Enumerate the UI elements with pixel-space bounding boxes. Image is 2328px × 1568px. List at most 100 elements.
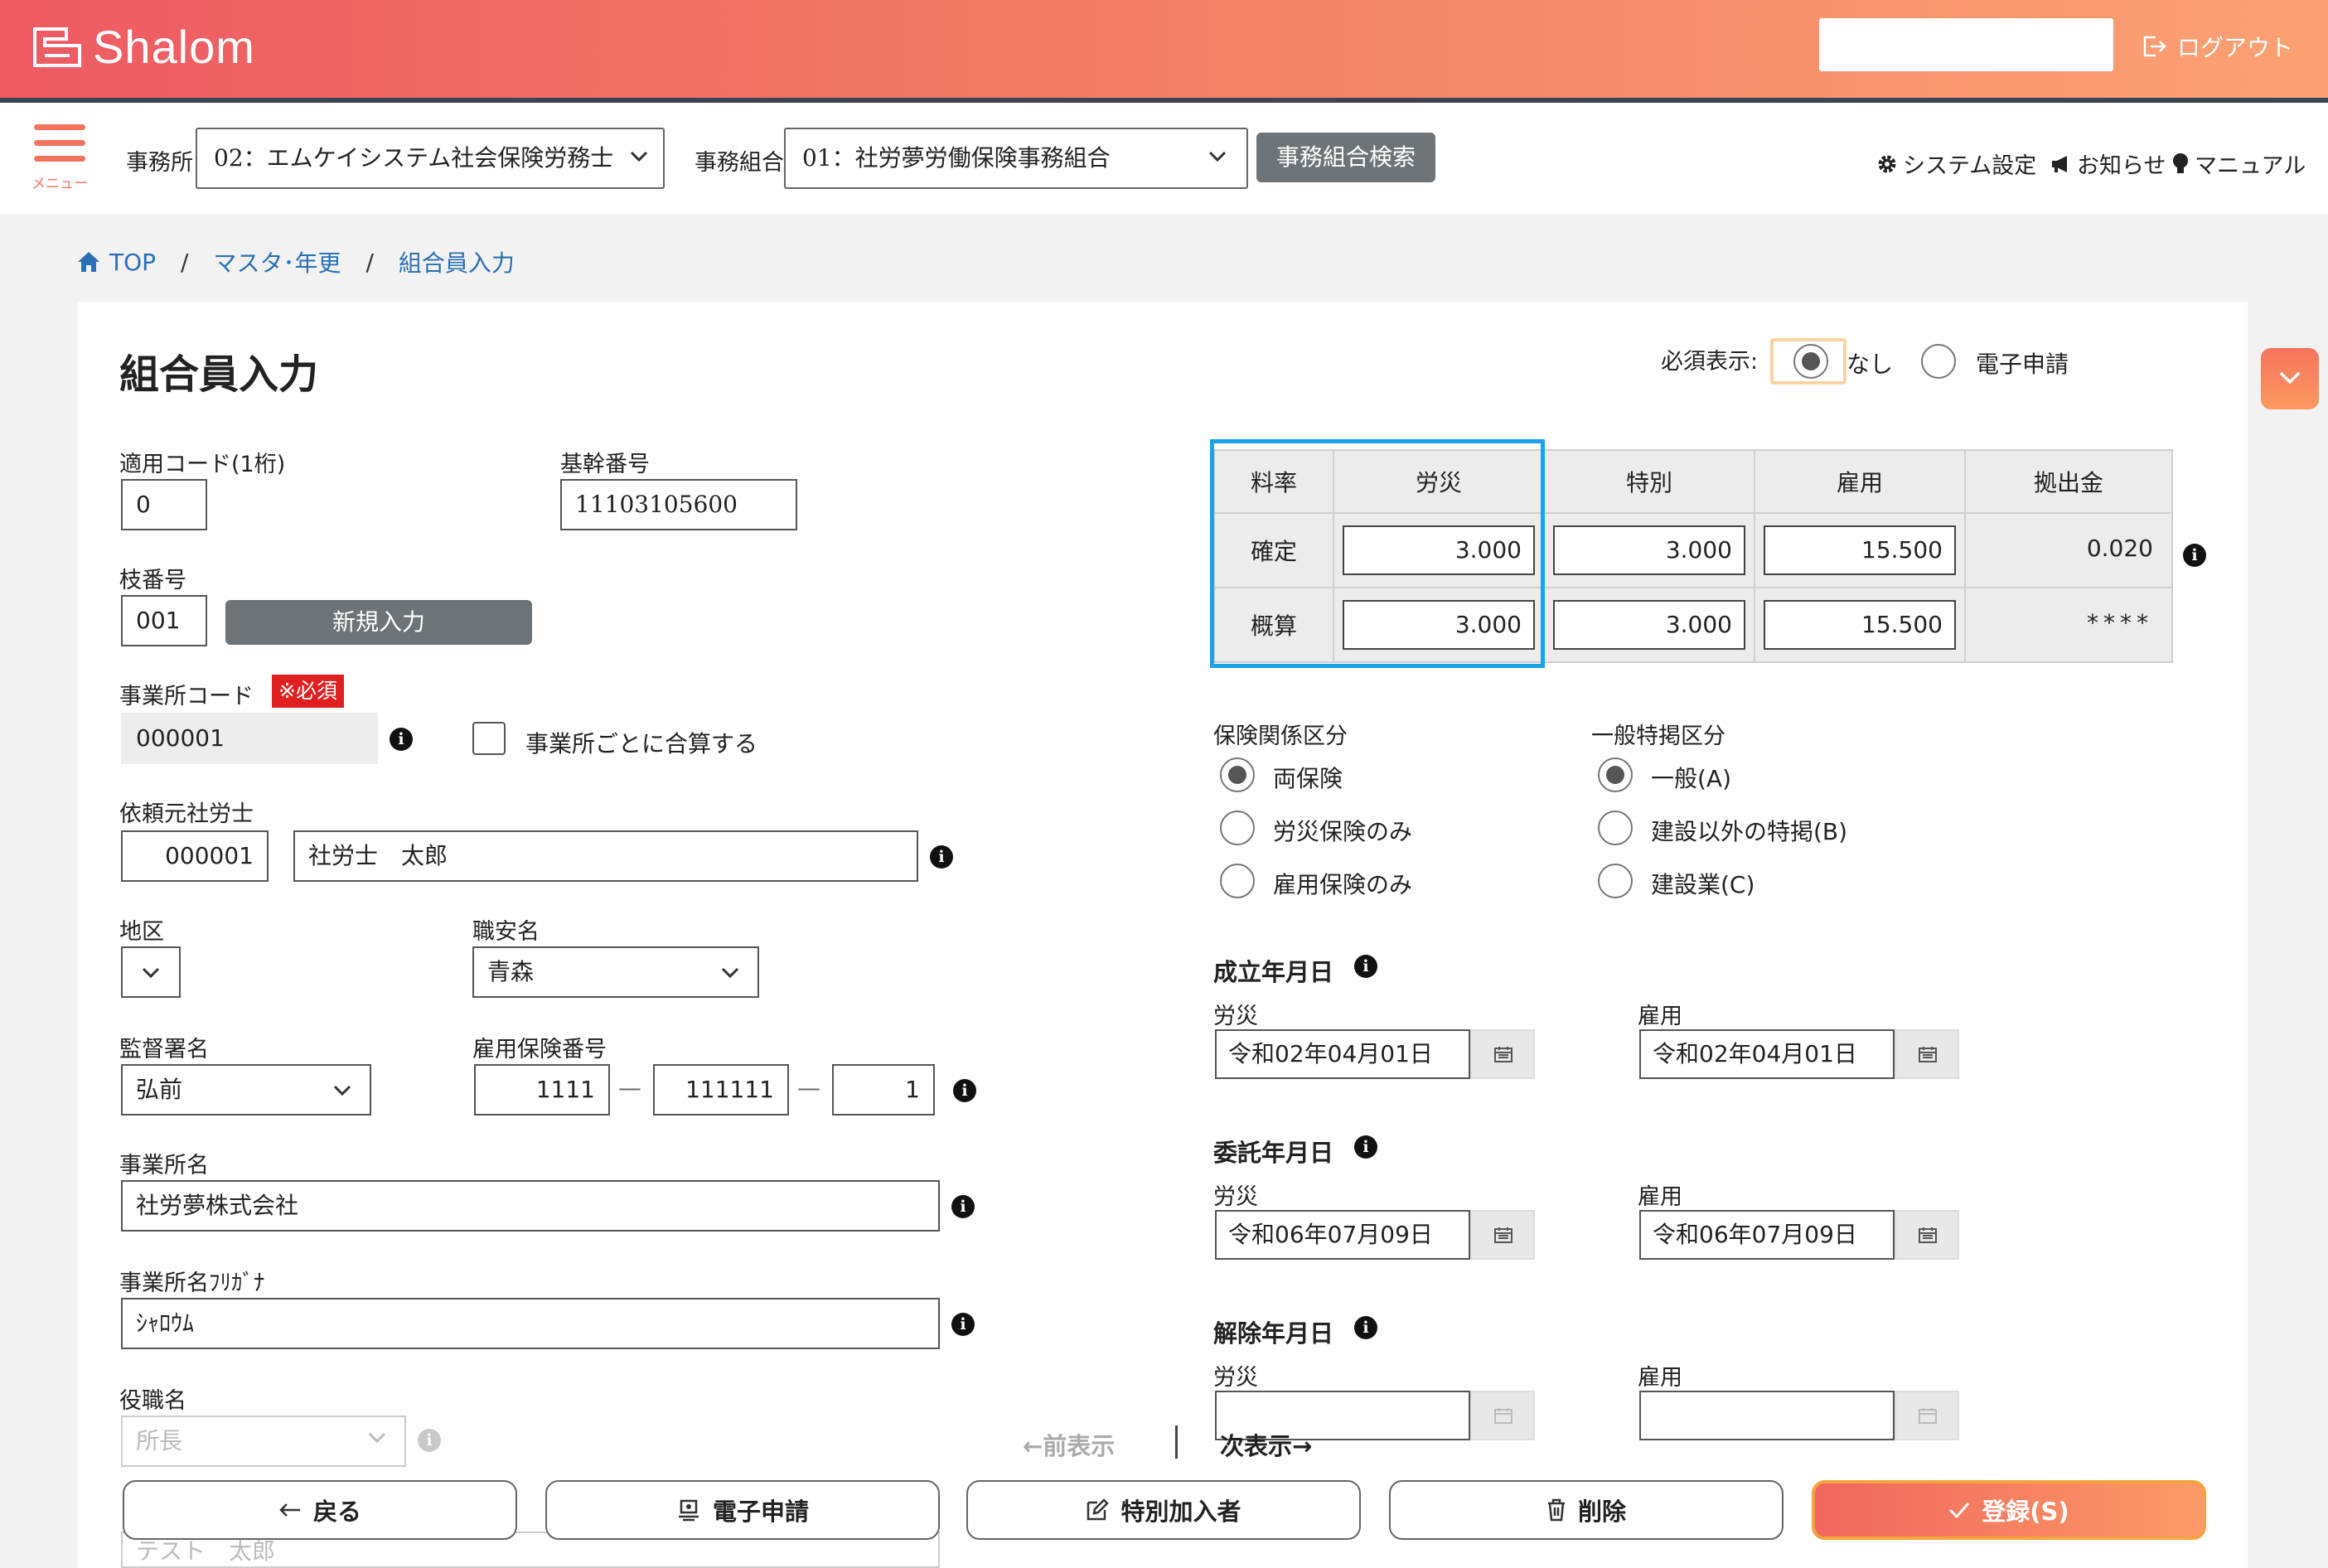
chevron-down-icon: [1208, 151, 1227, 162]
rate-confirmed-special[interactable]: 3.000: [1553, 525, 1745, 575]
emp-ins-no-part3[interactable]: 1: [832, 1064, 935, 1116]
special-category-label: 一般特掲区分: [1591, 724, 1725, 749]
info-icon[interactable]: i: [1354, 955, 1377, 978]
office-code-label: 事業所コード: [119, 684, 254, 709]
special-joiner-button[interactable]: 特別加入者: [966, 1480, 1361, 1540]
entrusted-rousai-date[interactable]: 令和06年07月09日: [1215, 1210, 1470, 1260]
trash-icon: [1547, 1498, 1565, 1522]
required-display-label: 必須表示:: [1661, 349, 1759, 375]
client-name-input[interactable]: 社労士 太郎: [293, 830, 918, 882]
office-select-value: 02：エムケイシステム社会保険労務士: [214, 144, 614, 172]
calendar-button[interactable]: [1895, 1210, 1959, 1260]
base-no-input[interactable]: 11103105600: [560, 479, 797, 530]
rate-estimated-special[interactable]: 3.000: [1553, 600, 1745, 650]
register-label: 登録(S): [1982, 1498, 2069, 1526]
rate-header: 特別: [1543, 449, 1755, 514]
koyou-label: 雇用: [1638, 1004, 1682, 1029]
calendar-button[interactable]: [1895, 1029, 1959, 1079]
breadcrumb-master[interactable]: マスタ･年更: [213, 245, 341, 278]
insurance-type-label: 保険関係区分: [1213, 724, 1348, 749]
special-category-radio-b[interactable]: [1598, 811, 1633, 845]
emp-ins-no-part2[interactable]: 111111: [653, 1064, 789, 1116]
rate-confirmed-contribution: 0.020: [1972, 525, 2165, 575]
branch-no-input[interactable]: 001: [121, 595, 207, 646]
manual-link[interactable]: マニュアル: [2171, 148, 2306, 180]
megaphone-icon: [2052, 155, 2067, 172]
required-none-radio[interactable]: [1793, 344, 1828, 379]
koyou-label: 雇用: [1638, 1184, 1682, 1210]
chevron-down-icon: [368, 1432, 386, 1444]
info-icon[interactable]: i: [1354, 1316, 1377, 1339]
merge-by-office-checkbox[interactable]: [472, 722, 506, 755]
system-settings-link[interactable]: システム設定: [1876, 148, 2036, 180]
rousai-label: 労災: [1213, 1365, 1258, 1391]
lightbulb-icon: [2173, 152, 2188, 173]
established-koyou-date[interactable]: 令和02年04月01日: [1639, 1029, 1895, 1079]
register-button[interactable]: 登録(S): [1812, 1480, 2206, 1540]
office-select-label: 事務所: [126, 150, 193, 176]
calendar-button[interactable]: [1470, 1391, 1535, 1440]
position-select[interactable]: 所長: [121, 1416, 406, 1467]
info-icon[interactable]: i: [930, 845, 953, 869]
insurance-type-radio-rousai[interactable]: [1220, 811, 1255, 845]
prev-page-link[interactable]: ←前表示: [1023, 1427, 1115, 1462]
job-office-label: 職安名: [472, 919, 540, 945]
info-icon[interactable]: i: [418, 1429, 441, 1452]
rate-confirmed-koyou[interactable]: 15.500: [1764, 525, 1956, 575]
info-icon[interactable]: i: [951, 1195, 975, 1218]
established-date-label: 成立年月日: [1213, 958, 1334, 986]
info-icon[interactable]: i: [951, 1313, 975, 1336]
back-button[interactable]: 戻る: [123, 1480, 517, 1540]
app-logo[interactable]: Shalom: [33, 20, 255, 74]
office-kana-input[interactable]: ｼｬﾛｳﾑ: [121, 1298, 940, 1349]
position-label: 役職名: [119, 1388, 186, 1414]
menu-button[interactable]: メニュー: [30, 124, 90, 207]
job-office-select[interactable]: 青森: [472, 946, 759, 998]
delete-button[interactable]: 削除: [1389, 1480, 1784, 1540]
rate-estimated-koyou[interactable]: 15.500: [1764, 600, 1956, 650]
info-icon[interactable]: i: [953, 1079, 976, 1102]
header-search-input[interactable]: [1819, 18, 2113, 71]
back-label: 戻る: [312, 1498, 361, 1526]
info-icon[interactable]: i: [390, 728, 413, 751]
arrow-left-icon: [279, 1503, 300, 1517]
client-code-input[interactable]: 000001: [121, 830, 269, 882]
calendar-button[interactable]: [1895, 1391, 1959, 1440]
koyou-label: 雇用: [1638, 1365, 1682, 1391]
emp-ins-no-label: 雇用保険番号: [472, 1037, 607, 1062]
office-select[interactable]: 02：エムケイシステム社会保険労務士: [196, 128, 665, 189]
calendar-button[interactable]: [1470, 1210, 1535, 1260]
established-rousai-date[interactable]: 令和02年04月01日: [1215, 1029, 1470, 1079]
office-code-input[interactable]: 000001: [121, 713, 378, 764]
next-page-link[interactable]: 次表示→: [1220, 1427, 1312, 1462]
insurance-type-radio-koyou[interactable]: [1220, 864, 1255, 898]
special-category-radio-a[interactable]: [1598, 757, 1633, 792]
rate-header: 雇用: [1754, 449, 1966, 514]
scroll-down-button[interactable]: [2261, 348, 2319, 409]
info-icon[interactable]: i: [2183, 544, 2206, 567]
entrusted-koyou-date[interactable]: 令和06年07月09日: [1639, 1210, 1895, 1260]
apply-code-input[interactable]: 0: [121, 479, 207, 530]
calendar-button[interactable]: [1470, 1029, 1535, 1079]
logout-link[interactable]: ログアウト: [2142, 30, 2293, 63]
breadcrumb-top[interactable]: TOP: [109, 249, 156, 276]
base-no-label: 基幹番号: [560, 452, 650, 477]
entrusted-date-label: 委託年月日: [1213, 1139, 1334, 1167]
info-icon[interactable]: i: [1354, 1135, 1377, 1159]
new-entry-button[interactable]: 新規入力: [225, 600, 532, 645]
union-select-label: 事務組合: [695, 150, 784, 176]
union-search-button[interactable]: 事務組合検索: [1256, 133, 1435, 182]
emp-ins-no-part1[interactable]: 1111: [474, 1064, 610, 1116]
breadcrumb-current[interactable]: 組合員入力: [399, 245, 515, 278]
terminated-koyou-date[interactable]: [1639, 1391, 1895, 1440]
dash-separator: —: [797, 1074, 820, 1101]
insurance-type-radio-both[interactable]: [1220, 757, 1255, 792]
office-name-input[interactable]: 社労夢株式会社: [121, 1180, 940, 1232]
position-value: 所長: [136, 1427, 183, 1454]
special-category-radio-c[interactable]: [1598, 864, 1633, 898]
notice-link[interactable]: お知らせ: [2050, 148, 2166, 180]
required-electronic-radio[interactable]: [1921, 344, 1956, 379]
union-select[interactable]: 01：社労夢労働保険事務組合: [784, 128, 1248, 189]
district-label: 地区: [119, 919, 164, 945]
electronic-application-button[interactable]: 電子申請: [545, 1480, 940, 1540]
